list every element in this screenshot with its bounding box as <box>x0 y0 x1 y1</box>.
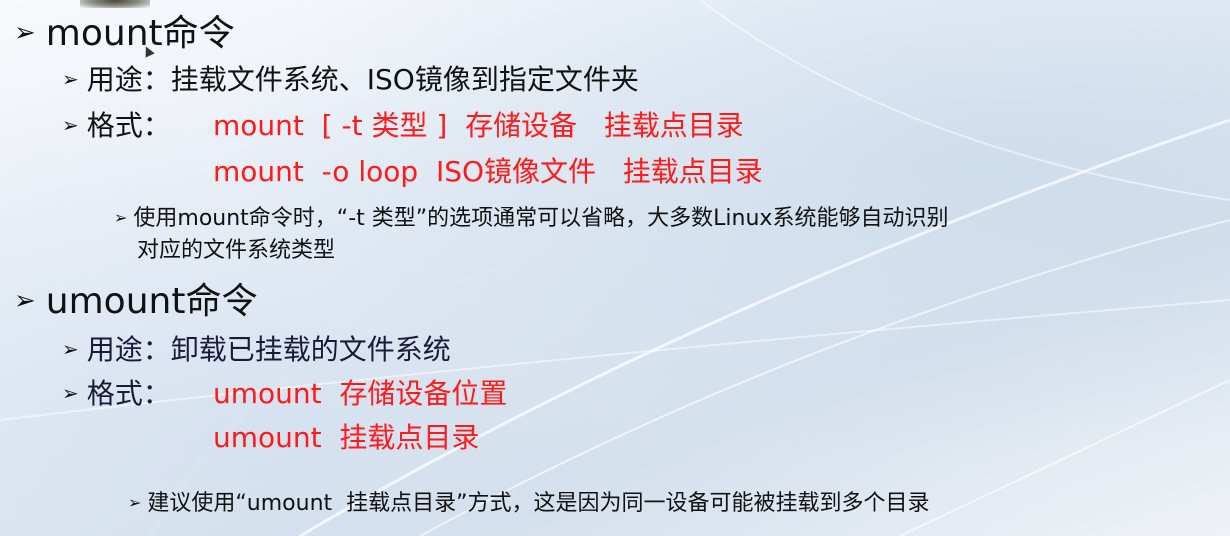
umount-usage: ➢ 用途：卸载已挂载的文件系统 <box>62 333 451 366</box>
mount-format-1: mount [ -t 类型 ] 存储设备 挂载点目录 <box>213 109 744 142</box>
mount-usage: ➢ 用途：挂载文件系统、ISO镜像到指定文件夹 <box>62 63 639 96</box>
umount-format-2: umount 挂载点目录 <box>213 421 480 454</box>
arrow-bullet-icon: ➢ <box>62 113 79 137</box>
arrow-bullet-icon: ➢ <box>62 67 79 91</box>
arrow-bullet-icon: ➢ <box>14 286 36 316</box>
umount-format-1: umount 存储设备位置 <box>213 377 508 410</box>
arrow-bullet-icon: ➢ <box>14 18 36 48</box>
arrow-bullet-icon: ➢ <box>114 208 128 227</box>
mount-format: ➢ 格式： mount [ -t 类型 ] 存储设备 挂载点目录 <box>62 104 744 144</box>
arrow-bullet-icon: ➢ <box>62 337 79 361</box>
umount-format: ➢ 格式： umount 存储设备位置 <box>62 372 507 412</box>
arrow-bullet-icon: ➢ <box>128 493 142 512</box>
mount-note: ➢ 使用mount命令时，“-t 类型”的选项通常可以省略，大多数Linux系统能… <box>114 206 949 231</box>
mount-note-cont: 对应的文件系统类型 <box>137 238 336 263</box>
mount-format-2: mount -o loop ISO镜像文件 挂载点目录 <box>213 155 763 188</box>
umount-note: ➢ 建议使用“umount 挂载点目录”方式，这是因为同一设备可能被挂载到多个目录 <box>128 491 930 516</box>
mount-heading: ➢ mount命令 <box>14 13 235 54</box>
arrow-bullet-icon: ➢ <box>62 381 79 405</box>
umount-heading: ➢ umount命令 <box>14 281 258 322</box>
